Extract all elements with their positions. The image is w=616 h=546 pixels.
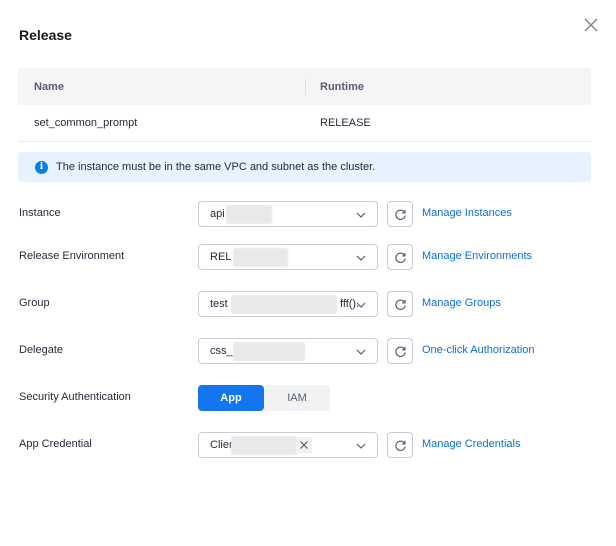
instance-select[interactable]: api [198,201,378,227]
refresh-icon [394,346,406,357]
remove-credential-icon[interactable] [296,437,312,453]
redacted-mask [233,248,288,267]
refresh-delegates-button[interactable] [387,338,413,364]
refresh-instances-button[interactable] [387,201,413,227]
info-icon: i [35,160,48,174]
cell-runtime: RELEASE [320,117,371,129]
one-click-authorization-link[interactable]: One-click Authorization [422,344,535,356]
refresh-icon [394,252,406,263]
release-dialog: Release Name Runtime set_common_prompt R… [0,0,616,546]
refresh-credentials-button[interactable] [387,432,413,458]
close-icon[interactable] [582,16,600,34]
delegate-label: Delegate [19,344,64,356]
redacted-mask [231,436,297,455]
environment-label: Release Environment [19,250,125,262]
group-row: Group test fff(). Manage Groups [0,291,616,317]
refresh-icon [394,299,406,310]
info-alert: i The instance must be in the same VPC a… [18,152,591,182]
environment-value: REL [210,251,232,263]
instance-row: Instance api Manage Instances [0,201,616,227]
delegate-value: css_ [210,345,233,357]
security-row: Security Authentication App IAM [0,385,616,411]
instance-label: Instance [19,207,61,219]
manage-environments-link[interactable]: Manage Environments [422,250,532,262]
refresh-icon [394,209,406,220]
chevron-down-icon [356,441,366,451]
refresh-groups-button[interactable] [387,291,413,317]
credential-value: Clier [210,439,233,451]
table-header: Name Runtime [18,68,591,105]
delegate-row: Delegate css_ One-click Authorization [0,338,616,364]
chevron-down-icon [356,253,366,263]
group-label: Group [19,297,50,309]
manage-instances-link[interactable]: Manage Instances [422,207,512,219]
security-option-iam[interactable]: IAM [264,385,330,411]
alert-text: The instance must be in the same VPC and… [56,161,376,173]
manage-groups-link[interactable]: Manage Groups [422,297,501,309]
chevron-down-icon [356,210,366,220]
security-auth-toggle: App IAM [198,385,330,411]
environment-select[interactable]: REL [198,244,378,270]
group-value: test [210,298,228,310]
column-header-runtime: Runtime [320,80,364,93]
redacted-mask [233,342,305,361]
refresh-environments-button[interactable] [387,244,413,270]
cell-name: set_common_prompt [34,117,138,129]
security-option-app[interactable]: App [198,385,264,411]
dialog-title: Release [19,27,72,43]
chevron-down-icon [356,347,366,357]
refresh-icon [394,440,406,451]
chevron-down-icon [356,300,366,310]
environment-row: Release Environment REL Manage Environme… [0,244,616,270]
redacted-mask [231,295,337,314]
delegate-select[interactable]: css_ [198,338,378,364]
credential-select[interactable]: Clier [198,432,378,458]
manage-credentials-link[interactable]: Manage Credentials [422,438,520,450]
credential-row: App Credential Clier Manage Credentials [0,432,616,458]
redacted-mask [226,205,272,224]
table-row: set_common_prompt RELEASE [18,105,591,142]
column-header-name: Name [34,80,64,93]
security-label: Security Authentication [19,391,131,403]
release-table: Name Runtime set_common_prompt RELEASE [18,68,591,142]
group-select[interactable]: test fff(). [198,291,378,317]
instance-value: api [210,208,225,220]
credential-label: App Credential [19,438,92,450]
